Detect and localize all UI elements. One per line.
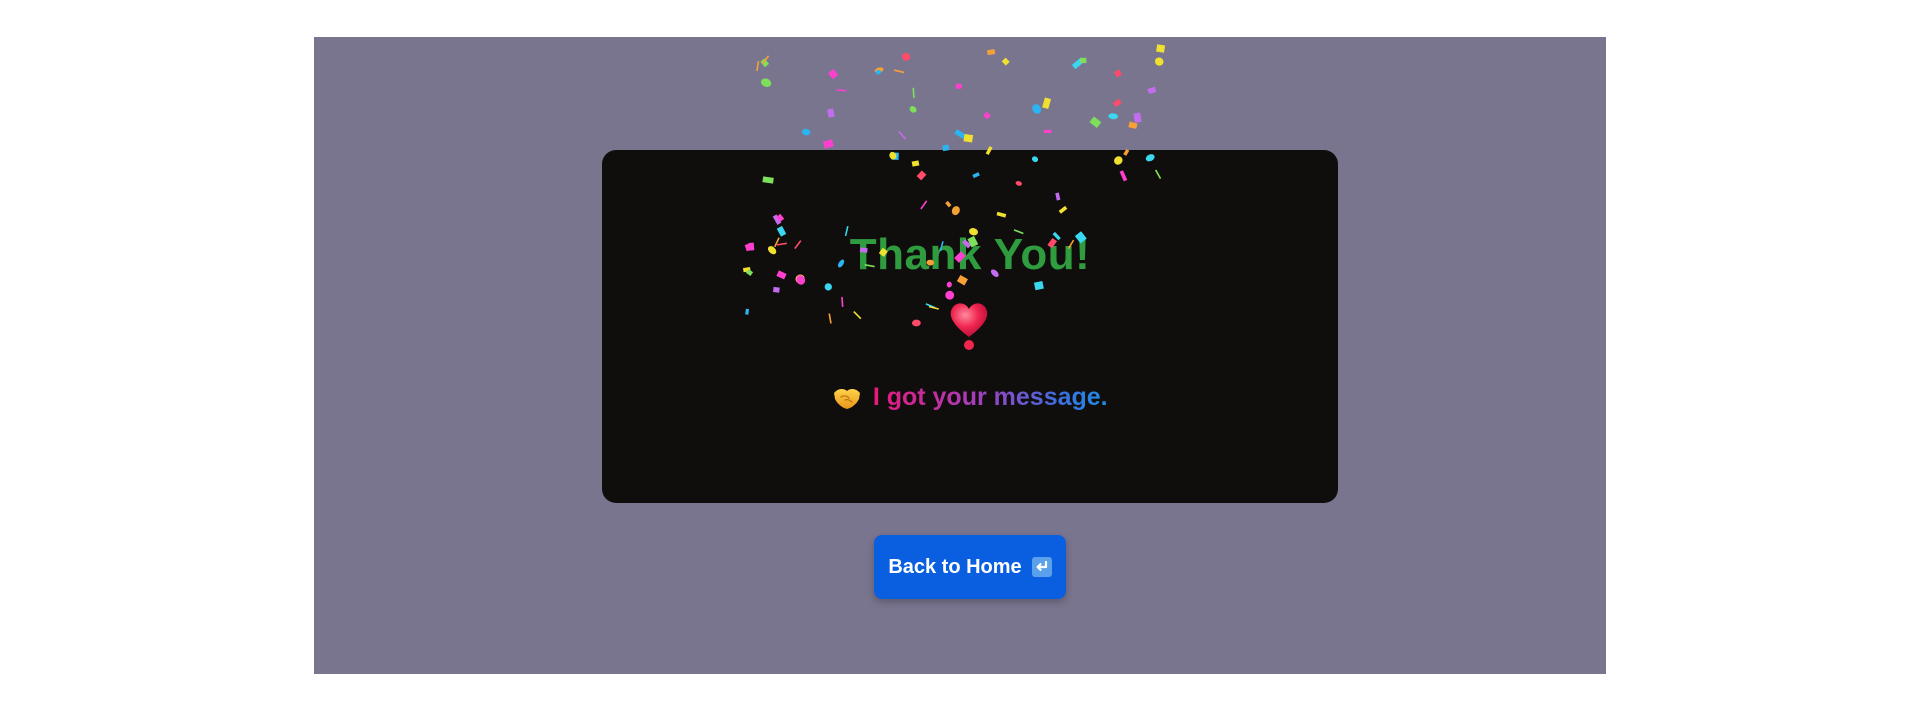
confetti-piece (1001, 57, 1010, 66)
confetti-piece (836, 89, 847, 92)
confetti-piece (983, 111, 991, 120)
confetti-piece (912, 87, 915, 98)
handshake-icon (832, 385, 862, 411)
confetti-piece (1156, 44, 1166, 53)
confetti-piece (822, 139, 834, 149)
confetti-piece (756, 61, 760, 72)
confetti-piece (1042, 97, 1052, 110)
confetti-piece (761, 78, 772, 87)
confetti-piece (762, 55, 770, 65)
confetti-piece (802, 128, 811, 136)
return-arrow-icon (1031, 557, 1052, 577)
back-to-home-label: Back to Home (888, 555, 1022, 578)
confetti-piece (1108, 113, 1119, 120)
confetti-piece (987, 49, 996, 56)
confetti-piece (1114, 69, 1122, 78)
confetti-piece (760, 58, 770, 68)
confetti-piece (827, 108, 835, 118)
confetti-piece (898, 131, 907, 140)
confetti-piece (1079, 57, 1087, 64)
confetti-piece (828, 68, 839, 80)
message-row: I got your message. (602, 383, 1338, 412)
confetti-piece (875, 69, 882, 75)
confirmation-message: I got your message. (872, 383, 1108, 411)
page-title: Thank You! (849, 230, 1091, 279)
back-to-home-button[interactable]: Back to Home (874, 535, 1066, 599)
confetti-piece (954, 129, 966, 140)
confetti-piece (1043, 129, 1052, 134)
thank-you-card: Thank You! I got your message. (602, 150, 1338, 503)
confetti-piece (1147, 86, 1157, 95)
confetti-piece (874, 67, 884, 73)
confetti-piece (1071, 58, 1084, 70)
confetti-piece (955, 83, 963, 90)
thank-you-page: Thank You! I got your message. Back to H… (314, 37, 1606, 674)
confetti-piece (1112, 98, 1122, 108)
confetti-piece (1154, 57, 1164, 66)
confetti-piece (894, 69, 905, 74)
confetti-piece (963, 133, 974, 143)
confetti-piece (902, 52, 911, 61)
confetti-piece (1133, 112, 1142, 123)
heart-icon (945, 297, 993, 353)
confetti-piece (1089, 116, 1102, 128)
confetti-piece (1032, 104, 1042, 114)
confetti-piece (909, 106, 917, 113)
confetti-piece (1128, 121, 1138, 129)
